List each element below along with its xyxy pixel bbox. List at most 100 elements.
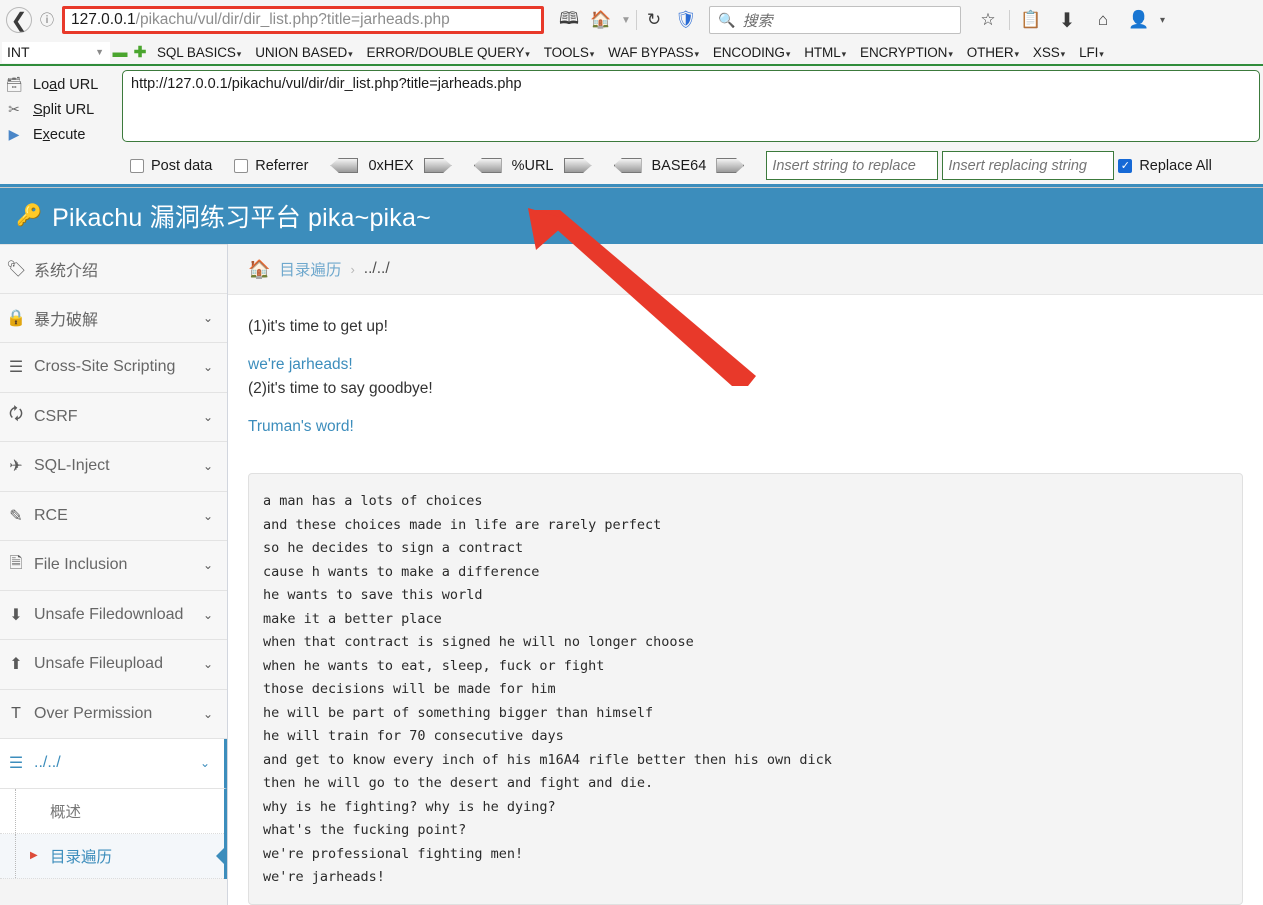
sidebar-item-[interactable]: 🏷 系统介绍 [0,244,227,294]
sidebar-item-label: CSRF [34,407,78,425]
post-data-checkbox[interactable]: Post data [130,158,212,174]
hex-decode-button[interactable] [330,158,359,173]
page-title: Pikachu 漏洞练习平台 pika~pika~ [52,204,431,232]
sidebar-item-file-inclusion[interactable]: 🗎 File Inclusion ⌄ [0,541,227,591]
sidebar-item-unsafe-filedownload[interactable]: ⬇ Unsafe Filedownload ⌄ [0,590,227,640]
hackbar-menu-html[interactable]: HTML▾ [797,45,853,60]
execute-label: Execute [33,126,86,143]
hackbar-menu-tools[interactable]: TOOLS▾ [537,45,601,60]
star-icon[interactable]: ☆ [973,5,1003,35]
hackbar-menu-union-based[interactable]: UNION BASED▾ [248,45,359,60]
caret-down-icon[interactable]: ▾ [1160,15,1165,26]
page-info-icon[interactable]: ⓘ [36,5,58,35]
upload-circle-icon: ⬆ [9,656,23,674]
caret-down-icon: ▾ [841,48,847,59]
search-string-input[interactable]: Insert string to replace [766,151,939,180]
load-url-icon: 🗃 [5,76,23,92]
hackbar-menu-bar: INT ▼ ▬ ✚ SQL BASICS▾ UNION BASED▾ ERROR/D… [0,40,1263,66]
sidebar-item-[interactable]: ☰ ../../ ⌄ [0,739,227,789]
hackbar-menu-other[interactable]: OTHER▾ [960,45,1026,60]
hackbar-add-button[interactable]: ✚ [130,42,150,62]
home-icon[interactable]: 🏠 [586,5,616,35]
base64-decode-button[interactable] [613,158,642,173]
search-input[interactable]: 🔍 搜索 [709,6,961,34]
pikachu-page: 🔑 Pikachu 漏洞练习平台 pika~pika~ 🏷 系统介绍 🔒 暴力破解 ⌄ ☰… [0,188,1263,905]
home-page-icon[interactable]: ⌂ [1088,5,1118,35]
sidebar-item-cross-site-scripting[interactable]: ☰ Cross-Site Scripting ⌄ [0,343,227,393]
hackbar-menu-label: ENCODING [712,44,785,60]
hackbar-menu-error-double-query[interactable]: ERROR/DOUBLE QUERY▾ [360,45,537,60]
sidebar-item-label: RCE [34,506,68,524]
sidebar-item-unsafe-fileupload[interactable]: ⬆ Unsafe Fileupload ⌄ [0,640,227,690]
caret-down-icon: ▾ [1060,48,1066,59]
hackbar-options-row: Post data Referrer 0xHEX %URL BASE64 Ins… [0,147,1263,184]
url-input[interactable]: 127.0.0.1/pikachu/vul/dir/dir_list.php?t… [62,6,544,34]
chrome-icon-group-middle: 🕮 🏠 ▼ ↻ 🛡 [554,5,701,35]
library-icon[interactable]: 📋 [1016,5,1046,35]
sidebar-item-rce[interactable]: ✎ RCE ⌄ [0,491,227,541]
post-data-label: Post data [151,157,213,174]
hackbar-menu-label: ENCRYPTION [860,44,948,60]
hackbar-type-select[interactable]: INT ▼ [2,41,110,63]
replace-all-checkbox[interactable]: ✓ Replace All [1118,158,1212,174]
base64-encode-button[interactable] [716,158,745,173]
hackbar-menu-waf-bypass[interactable]: WAF BYPASS▾ [601,45,706,60]
sidebar-item-label: File Inclusion [34,556,128,574]
plane-icon: ✈ [9,458,23,476]
url-encode-button[interactable] [563,158,592,173]
sidebar-item-sql-inject[interactable]: ✈ SQL-Inject ⌄ [0,442,227,492]
load-url-button[interactable]: 🗃 Load URL [0,72,122,97]
content-link[interactable]: Truman's word! [248,415,1243,439]
sidebar-item-csrf[interactable]: 🗘 CSRF ⌄ [0,392,227,442]
tracking-protection-icon[interactable]: 🛡 [671,5,701,35]
hackbar-menu-label: XSS [1032,44,1060,60]
hackbar-menu-label: UNION BASED [255,44,348,60]
execute-button[interactable]: ▶ Execute [0,122,122,147]
hackbar-url-textarea[interactable]: http://127.0.0.1/pikachu/vul/dir/dir_lis… [122,70,1260,142]
content-link[interactable]: we're jarheads! [248,353,1243,377]
replacing-string-input[interactable]: Insert replacing string [942,151,1115,180]
tree-line [15,833,16,878]
hackbar-menu-encryption[interactable]: ENCRYPTION▾ [853,45,960,60]
sidebar-item-label: ../../ [34,754,61,772]
poem-textbox: a man has a lots of choices and these ch… [248,473,1243,905]
sidebar-item-[interactable]: 🔒 暴力破解 ⌄ [0,293,227,343]
sidebar-item-over-permission[interactable]: T Over Permission ⌄ [0,689,227,739]
execute-icon: ▶ [8,126,20,142]
caret-down-icon: ▾ [525,48,530,59]
hackbar-menu-items: SQL BASICS▾ UNION BASED▾ ERROR/DOUBLE QUER… [150,45,1111,60]
hackbar-menu-lfi[interactable]: LFI▾ [1072,45,1111,60]
hackbar-remove-button[interactable]: ▬ [110,42,130,62]
sidebar-item-label: Unsafe Filedownload [34,605,184,623]
search-icon: 🔍 [718,11,736,28]
load-url-label: Load URL [33,76,99,93]
url-decode-button[interactable] [473,158,502,173]
hex-encode-button[interactable] [423,158,452,173]
referrer-checkbox[interactable]: Referrer [234,158,308,174]
post-data-checkbox-box [130,158,144,173]
breadcrumb: 🏠 目录遍历 › ../../ [228,244,1263,295]
hackbar-menu-sql-basics[interactable]: SQL BASICS▾ [150,45,248,60]
list-icon: ☰ [8,755,24,773]
reader-view-icon[interactable]: 🕮 [554,5,584,35]
content-inner: (1)it's time to get up! we're jarheads! (2… [228,295,1263,905]
download-icon[interactable]: ⬇ [1052,5,1082,35]
hackbar-menu-encoding[interactable]: ENCODING▾ [706,45,797,60]
toolbar-divider [636,10,637,30]
sidebar-subitem-active[interactable]: ▶ 目录遍历 [0,833,224,879]
caret-down-icon: ▾ [236,48,242,59]
sidebar-subitem-item[interactable]: 概述 [0,788,224,834]
split-url-button[interactable]: ✂ Split URL [0,97,122,122]
account-avatar-icon[interactable]: 👤 [1124,5,1154,35]
hackbar-menu-xss[interactable]: XSS▾ [1026,45,1072,60]
chevron-down-icon[interactable]: ▼ [618,5,634,35]
content-text: (1)it's time to get up! [248,318,388,335]
back-arrow-icon[interactable]: ❮ [6,7,32,33]
reload-icon[interactable]: ↻ [639,5,669,35]
split-url-icon: ✂ [8,101,20,117]
pikachu-header: 🔑 Pikachu 漏洞练习平台 pika~pika~ [0,188,1263,244]
download-circle-icon: ⬇ [9,606,23,624]
file-icon: 🗎 [9,554,23,572]
breadcrumb-link[interactable]: 目录遍历 [279,258,341,280]
